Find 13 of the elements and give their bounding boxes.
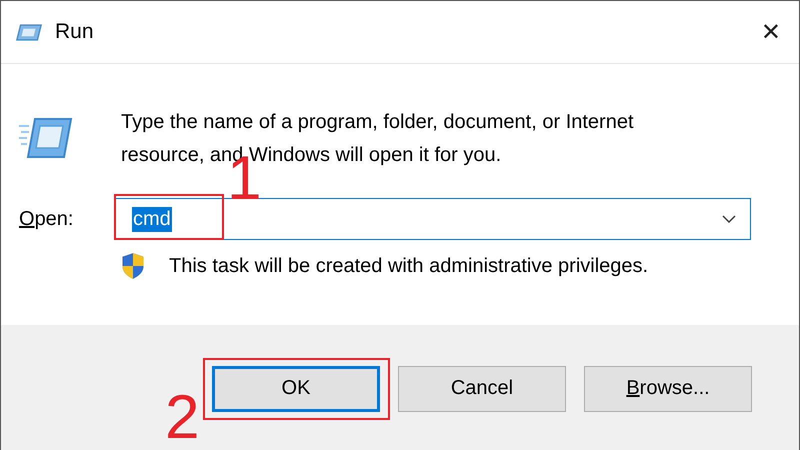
window-title: Run — [55, 20, 94, 44]
shield-icon — [121, 252, 145, 280]
dialog-button[interactable]: Browse... — [584, 366, 752, 412]
dialog-button[interactable]: Cancel — [398, 366, 566, 412]
open-combo-box[interactable]: cmd — [115, 198, 751, 240]
step-number: 2 — [165, 387, 200, 449]
run-icon — [15, 22, 43, 42]
notice-text: This task will be created with administrative privileges. — [169, 254, 648, 278]
open-label: Open: — [19, 208, 74, 230]
run-icon — [19, 116, 73, 160]
close-button[interactable]: ✕ — [752, 14, 789, 50]
dialog-button[interactable]: OK — [212, 366, 380, 412]
dropdown-caret-icon[interactable] — [722, 215, 736, 223]
